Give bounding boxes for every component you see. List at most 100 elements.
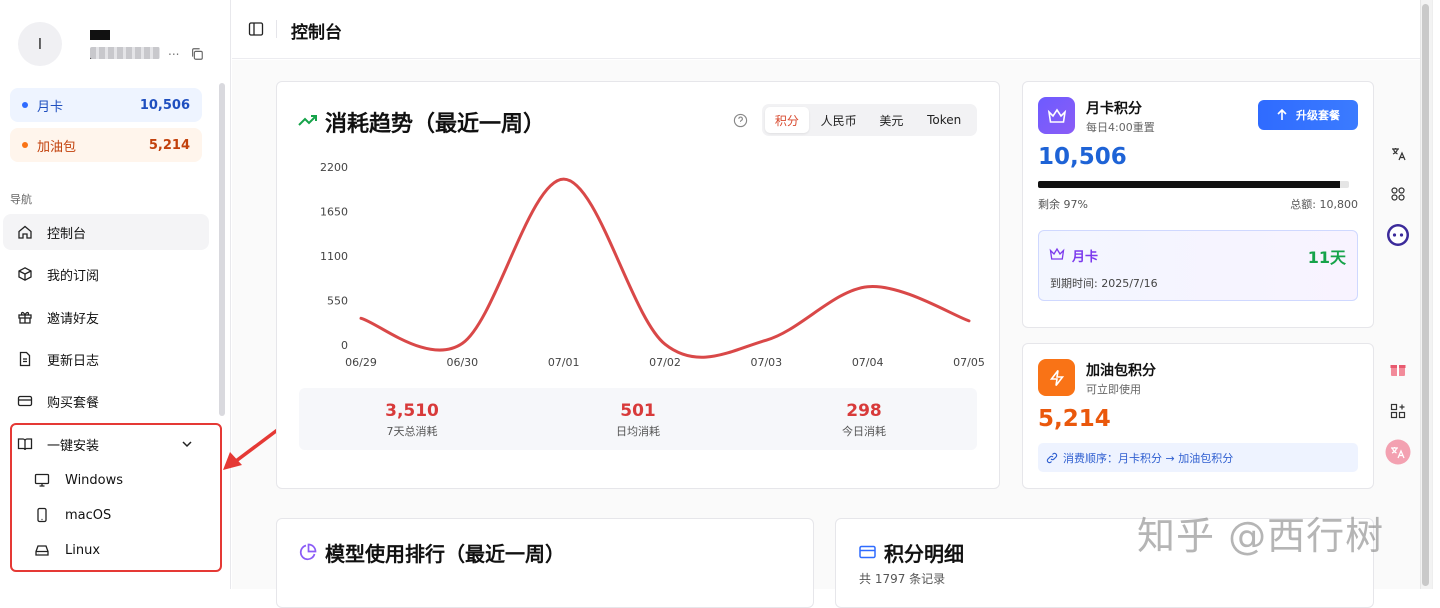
x-tick-label: 06/30 <box>446 356 478 369</box>
link-icon <box>1046 452 1058 463</box>
phone-icon <box>37 507 47 523</box>
arrow-up-icon <box>1277 109 1287 120</box>
series-line <box>359 177 971 359</box>
plan-value: 5,214 <box>148 137 190 153</box>
sidebar-item-changelog[interactable]: 更新日志 <box>3 341 209 377</box>
consumption-order-text: 消费顺序：月卡积分 → 加油包积分 <box>1063 451 1234 465</box>
x-tick-label: 07/05 <box>953 356 985 369</box>
unit-tabs: 积分 人民币 美元 Token <box>762 104 977 136</box>
tab-points[interactable]: 积分 <box>765 107 809 133</box>
stat-value: 298 <box>846 400 882 421</box>
sidebar-item-label: 更新日志 <box>47 353 100 369</box>
sidebar-item-label: 我的订阅 <box>47 268 100 284</box>
chevron-down-icon[interactable] <box>180 437 194 451</box>
tab-rmb[interactable]: 人民币 <box>809 107 869 133</box>
add-app-button[interactable] <box>1379 393 1417 429</box>
plan-label: 月卡 <box>37 99 64 115</box>
fuel-points-value: 5,214 <box>1038 406 1111 432</box>
orange-dot-icon <box>22 142 28 148</box>
y-tick-label: 550 <box>327 295 348 308</box>
trend-chart: 0 550 1100 1650 2200 06/29 06/30 07/01 07/02 07/0… <box>320 161 985 369</box>
help-circle-icon[interactable] <box>733 113 748 128</box>
pie-chart-icon <box>299 543 317 561</box>
x-tick-label: 07/04 <box>852 356 884 369</box>
stat-label: 7天总消耗 <box>386 424 438 438</box>
credit-card-blue-icon <box>859 545 876 559</box>
assistant-face-icon <box>1387 224 1409 246</box>
sidebar-item-label: 邀请好友 <box>47 311 100 327</box>
plan-fuel-card[interactable]: 加油包 5,214 <box>10 128 202 162</box>
avatar-letter: I <box>37 35 43 53</box>
avatar[interactable]: I <box>18 22 62 66</box>
install-item-label: Windows <box>65 472 124 488</box>
sidebar-item-label: 购买套餐 <box>47 395 100 411</box>
month-points-value: 10,506 <box>1038 144 1127 170</box>
floating-toolbar <box>1379 133 1419 473</box>
add-grid-icon <box>1390 403 1406 419</box>
nav-section-title: 导航 <box>10 193 32 206</box>
fuel-card-subtitle: 可立即使用 <box>1086 383 1141 396</box>
x-tick-label: 07/02 <box>649 356 681 369</box>
watermark: 知乎 @西行树 <box>1137 514 1385 558</box>
x-tick-label: 07/03 <box>750 356 782 369</box>
sidebar-item-dashboard[interactable]: 控制台 <box>3 214 209 250</box>
sidebar-scrollbar[interactable] <box>219 83 225 416</box>
stat-label: 日均消耗 <box>616 424 660 438</box>
install-item-windows[interactable]: Windows <box>34 472 123 488</box>
upgrade-label: 升级套餐 <box>1296 109 1340 122</box>
copy-icon[interactable] <box>190 47 204 61</box>
install-item-linux[interactable]: Linux <box>34 542 100 558</box>
install-item-label: Linux <box>65 542 101 558</box>
sidebar-item-subscription[interactable]: 我的订阅 <box>3 256 209 292</box>
y-tick-label: 1650 <box>320 206 348 219</box>
gift-red-icon <box>1390 365 1406 376</box>
lightning-icon <box>1038 359 1075 396</box>
sidebar-item-invite[interactable]: 邀请好友 <box>3 299 209 335</box>
trend-stats: 3,510 7天总消耗 501 日均消耗 298 今日消耗 <box>299 388 977 450</box>
tab-token[interactable]: Token <box>914 107 974 133</box>
trending-up-icon <box>298 115 317 126</box>
assistant-button[interactable] <box>1379 217 1417 253</box>
sidebar-item-label: 控制台 <box>47 226 87 242</box>
monitor-icon <box>34 473 50 487</box>
install-item-label: macOS <box>65 507 112 523</box>
tab-usd[interactable]: 美元 <box>869 107 915 133</box>
home-icon <box>18 225 32 239</box>
translate-button[interactable] <box>1379 136 1417 172</box>
total-label: 总额: 10,800 <box>1290 198 1358 211</box>
stat-label: 今日消耗 <box>842 424 886 438</box>
user-name-redacted <box>90 24 135 59</box>
y-tick-label: 2200 <box>320 161 348 174</box>
apps-button[interactable] <box>1379 176 1417 212</box>
translate-pink-icon <box>1385 439 1411 465</box>
x-tick-label: 06/29 <box>345 356 377 369</box>
translate-pink-button[interactable] <box>1379 434 1417 470</box>
detail-title: 积分明细 <box>884 542 964 566</box>
page-scrollbar-thumb[interactable] <box>1422 4 1429 586</box>
plan-label: 加油包 <box>37 139 77 155</box>
month-card-title: 月卡积分 <box>1086 101 1142 117</box>
page-title: 控制台 <box>291 23 342 43</box>
user-email-ellipsis: ... <box>168 44 180 58</box>
install-item-macos[interactable]: macOS <box>34 507 111 523</box>
user-email-redacted <box>90 47 160 59</box>
crown-icon <box>1038 97 1075 134</box>
trend-title: 消耗趋势（最近一周） <box>325 112 546 137</box>
ranking-title: 模型使用排行（最近一周） <box>325 542 565 566</box>
upgrade-button[interactable]: 升级套餐 <box>1258 100 1358 130</box>
sidebar-item-purchase[interactable]: 购买套餐 <box>3 383 209 419</box>
month-card-subtitle: 每日4:00重置 <box>1086 121 1155 134</box>
month-progress-bar <box>1038 181 1349 188</box>
gift-button[interactable] <box>1379 351 1417 387</box>
stat-value: 501 <box>620 400 656 421</box>
plan-name: 月卡 <box>1072 250 1099 265</box>
plan-month-card[interactable]: 月卡 10,506 <box>10 88 202 122</box>
blue-dot-icon <box>22 102 28 108</box>
plan-value: 10,506 <box>139 97 190 113</box>
sidebar-item-label: 一键安装 <box>47 438 100 454</box>
sidebar-toggle-icon[interactable] <box>248 21 264 37</box>
crown-small-icon <box>1049 247 1065 260</box>
sidebar-item-install[interactable]: 一键安装 <box>3 426 209 462</box>
box-icon <box>18 267 32 281</box>
gift-icon <box>18 311 32 324</box>
